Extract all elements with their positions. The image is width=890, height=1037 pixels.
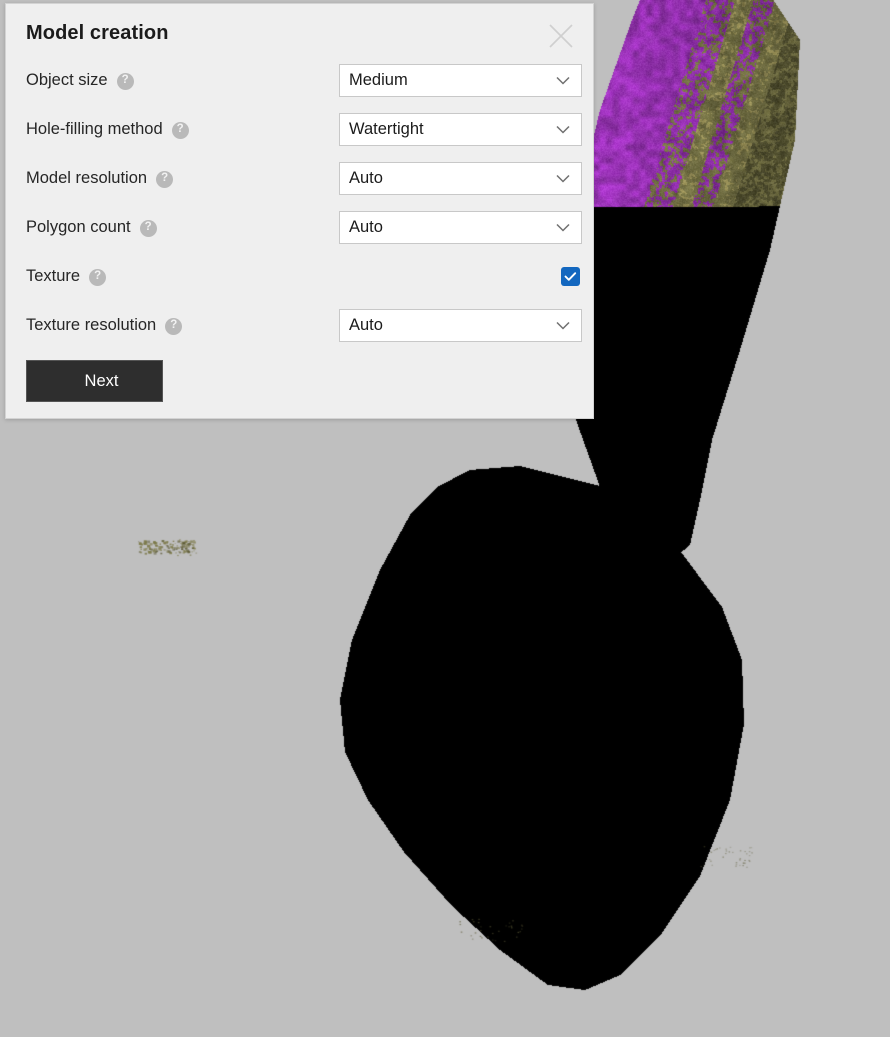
help-icon-object-size[interactable]: ? bbox=[116, 73, 134, 90]
chevron-down-icon bbox=[556, 125, 570, 134]
settings-form: Object size ? Medium Hole-filling method bbox=[6, 56, 593, 350]
row-texture-resolution: Texture resolution ? Auto bbox=[26, 301, 582, 350]
select-model-resolution[interactable]: Auto bbox=[339, 162, 582, 195]
select-texture-resolution[interactable]: Auto bbox=[339, 309, 582, 342]
label-texture: Texture ? bbox=[26, 267, 107, 286]
select-object-size[interactable]: Medium bbox=[339, 64, 582, 97]
row-polygon-count: Polygon count ? Auto bbox=[26, 203, 582, 252]
label-polygon-count: Polygon count ? bbox=[26, 218, 157, 237]
model-resolution-label-text: Model resolution bbox=[26, 169, 148, 187]
label-object-size: Object size ? bbox=[26, 71, 134, 90]
help-icon-model-resolution[interactable]: ? bbox=[156, 171, 174, 188]
select-polygon-count[interactable]: Auto bbox=[339, 211, 582, 244]
dialog-title: Model creation bbox=[26, 22, 169, 44]
model-creation-dialog: Model creation Object size ? Medium Hole… bbox=[5, 3, 594, 419]
field-texture bbox=[339, 267, 582, 286]
select-polygon-count-value: Auto bbox=[349, 218, 383, 236]
row-texture: Texture ? bbox=[26, 252, 580, 301]
checkbox-texture[interactable] bbox=[561, 267, 580, 286]
label-texture-resolution: Texture resolution ? bbox=[26, 316, 183, 335]
select-hole-filling-method-value: Watertight bbox=[349, 120, 424, 138]
polygon-count-label-text: Polygon count bbox=[26, 218, 131, 236]
select-model-resolution-value: Auto bbox=[349, 169, 383, 187]
hole-filling-label-text: Hole-filling method bbox=[26, 120, 163, 138]
close-icon[interactable] bbox=[539, 14, 583, 58]
field-model-resolution: Auto bbox=[339, 162, 582, 195]
select-object-size-value: Medium bbox=[349, 71, 408, 89]
dialog-actions: Next bbox=[26, 360, 163, 402]
label-model-resolution: Model resolution ? bbox=[26, 169, 174, 188]
chevron-down-icon bbox=[556, 321, 570, 330]
row-hole-filling-method: Hole-filling method ? Watertight bbox=[26, 105, 582, 154]
select-hole-filling-method[interactable]: Watertight bbox=[339, 113, 582, 146]
dialog-header: Model creation bbox=[6, 4, 593, 56]
chevron-down-icon bbox=[556, 223, 570, 232]
row-model-resolution: Model resolution ? Auto bbox=[26, 154, 582, 203]
label-hole-filling-method: Hole-filling method ? bbox=[26, 120, 189, 139]
help-icon-texture-resolution[interactable]: ? bbox=[165, 318, 183, 335]
next-button[interactable]: Next bbox=[26, 360, 163, 402]
select-texture-resolution-value: Auto bbox=[349, 316, 383, 334]
help-icon-texture[interactable]: ? bbox=[89, 269, 107, 286]
texture-resolution-label-text: Texture resolution bbox=[26, 316, 157, 334]
check-icon bbox=[564, 272, 577, 281]
chevron-down-icon bbox=[556, 174, 570, 183]
help-icon-hole-filling-method[interactable]: ? bbox=[171, 122, 189, 139]
help-icon-polygon-count[interactable]: ? bbox=[139, 220, 157, 237]
application-window: Model creation Object size ? Medium Hole… bbox=[0, 0, 890, 1037]
field-object-size: Medium bbox=[339, 64, 582, 97]
object-size-label-text: Object size bbox=[26, 71, 108, 89]
texture-label-text: Texture bbox=[26, 267, 81, 285]
field-polygon-count: Auto bbox=[339, 211, 582, 244]
field-hole-filling-method: Watertight bbox=[339, 113, 582, 146]
row-object-size: Object size ? Medium bbox=[26, 56, 582, 105]
chevron-down-icon bbox=[556, 76, 570, 85]
field-texture-resolution: Auto bbox=[339, 309, 582, 342]
